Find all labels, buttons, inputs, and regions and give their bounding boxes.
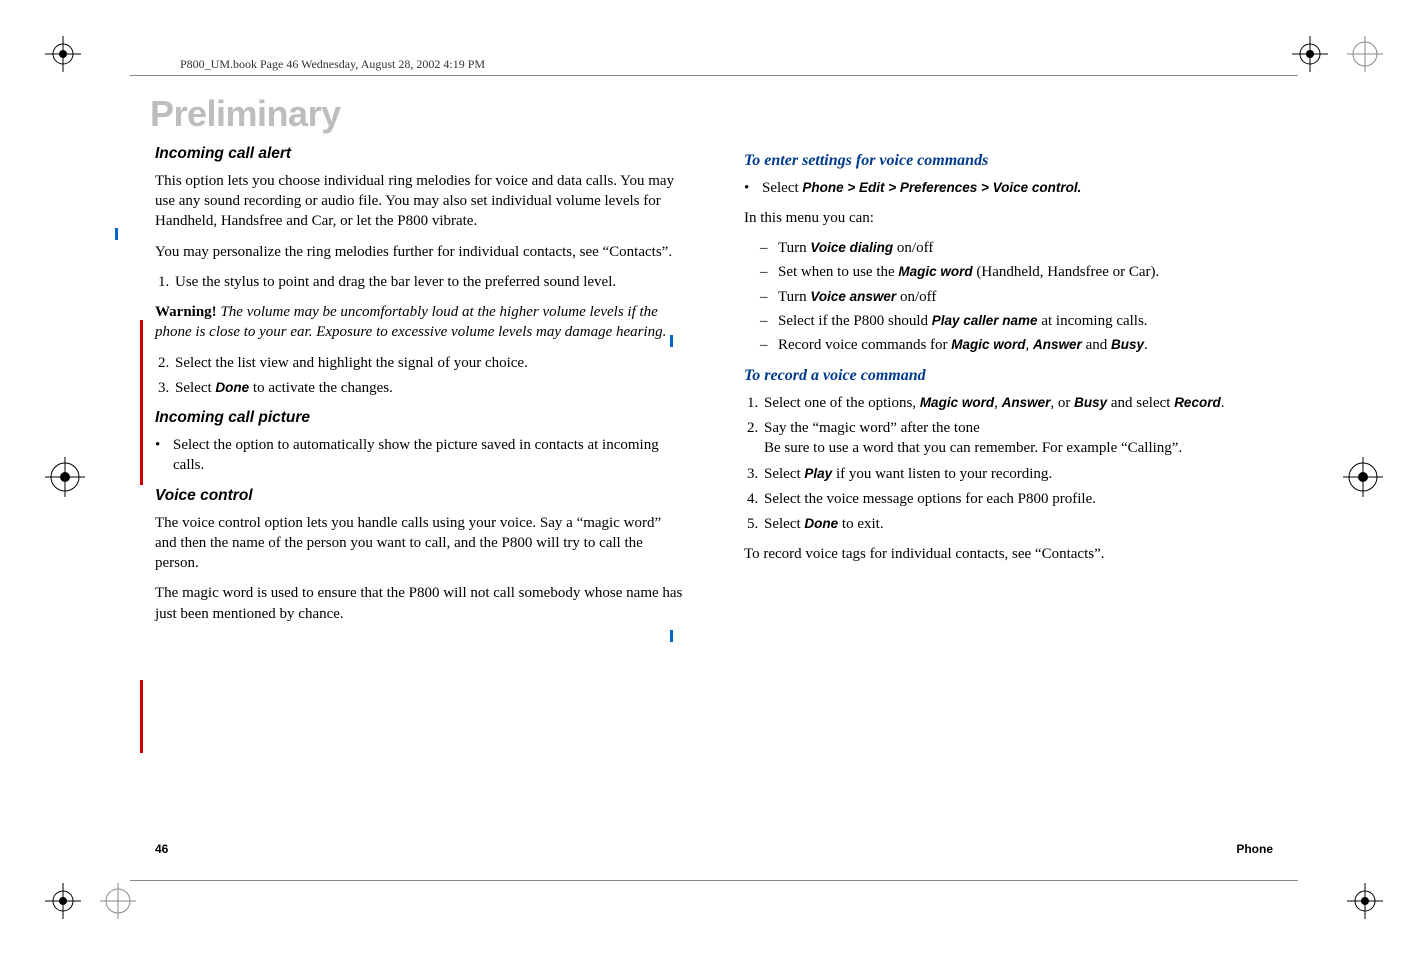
- step-rec-4: Select the voice message options for eac…: [762, 489, 1273, 509]
- dash-voice-answer: Turn Voice answer on/off: [778, 287, 1273, 307]
- crop-mark-tr2: [1347, 36, 1383, 72]
- page-content: Incoming call alert This option lets you…: [155, 140, 1273, 825]
- step-rec-1: Select one of the options, Magic word, A…: [762, 393, 1273, 413]
- para-alert-personalize: You may personalize the ring melodies fu…: [155, 242, 684, 262]
- change-bar: [115, 228, 118, 240]
- dash-magic-word: Set when to use the Magic word (Handheld…: [778, 262, 1273, 282]
- heading-record-voice-command: To record a voice command: [744, 365, 1273, 387]
- warning-label: Warning!: [155, 304, 217, 320]
- bullet-select-voice-control: Select Phone > Edit > Preferences > Voic…: [762, 178, 1273, 198]
- steps-record: Select one of the options, Magic word, A…: [744, 393, 1273, 535]
- page-number: 46: [155, 841, 168, 857]
- heading-voice-control: Voice control: [155, 486, 684, 507]
- dash-voice-dialing: Turn Voice dialing on/off: [778, 238, 1273, 258]
- section-name: Phone: [1236, 841, 1273, 857]
- step-rec-5: Select Done to exit.: [762, 514, 1273, 534]
- ui-done: Done: [215, 380, 249, 395]
- dash-record-commands: Record voice commands for Magic word, An…: [778, 335, 1273, 355]
- dash-list-settings: Turn Voice dialing on/off Set when to us…: [744, 238, 1273, 355]
- step-rec-3: Select Play if you want listen to your r…: [762, 464, 1273, 484]
- warning-body: The volume may be uncomfortably loud at …: [155, 304, 666, 340]
- step-alert-2: Select the list view and highlight the s…: [173, 353, 684, 373]
- step-alert-1: Use the stylus to point and drag the bar…: [173, 272, 684, 292]
- warning-volume: Warning! The volume may be uncomfortably…: [155, 302, 684, 343]
- ui-menu-path: Phone > Edit > Preferences > Voice contr…: [802, 180, 1081, 195]
- crop-mark-tl: [45, 36, 81, 72]
- steps-alert-cont: Select the list view and highlight the s…: [155, 353, 684, 399]
- heading-incoming-call-picture: Incoming call picture: [155, 408, 684, 429]
- page-footer: 46 Phone: [155, 841, 1273, 857]
- step-rec-2: Say the “magic word” after the tone Be s…: [762, 418, 1273, 459]
- para-menu-can: In this menu you can:: [744, 208, 1273, 228]
- footer-rule: [130, 880, 1298, 881]
- header-rule: [130, 75, 1298, 76]
- heading-incoming-call-alert: Incoming call alert: [155, 144, 684, 165]
- steps-alert: Use the stylus to point and drag the bar…: [155, 272, 684, 292]
- crop-mark-br: [1347, 883, 1383, 919]
- dash-play-caller-name: Select if the P800 should Play caller na…: [778, 311, 1273, 331]
- step-alert-3: Select Done to activate the changes.: [173, 378, 684, 398]
- crop-mark-bl2: [100, 883, 136, 919]
- watermark-preliminary: Preliminary: [150, 90, 341, 139]
- registration-target-left: [45, 457, 85, 497]
- change-bar: [140, 320, 143, 485]
- crop-mark-tr: [1292, 36, 1328, 72]
- para-record-tags: To record voice tags for individual cont…: [744, 544, 1273, 564]
- para-voice-2: The magic word is used to ensure that th…: [155, 583, 684, 624]
- bullets-picture: Select the option to automatically show …: [155, 435, 684, 476]
- bullet-picture-option: Select the option to automatically show …: [173, 435, 684, 476]
- heading-enter-settings: To enter settings for voice commands: [744, 150, 1273, 172]
- bullets-select-path: Select Phone > Edit > Preferences > Voic…: [744, 178, 1273, 198]
- para-alert-intro: This option lets you choose individual r…: [155, 171, 684, 232]
- registration-target-right: [1343, 457, 1383, 497]
- change-bar: [140, 680, 143, 753]
- running-header: P800_UM.book Page 46 Wednesday, August 2…: [180, 56, 485, 72]
- para-voice-1: The voice control option lets you handle…: [155, 513, 684, 574]
- crop-mark-bl: [45, 883, 81, 919]
